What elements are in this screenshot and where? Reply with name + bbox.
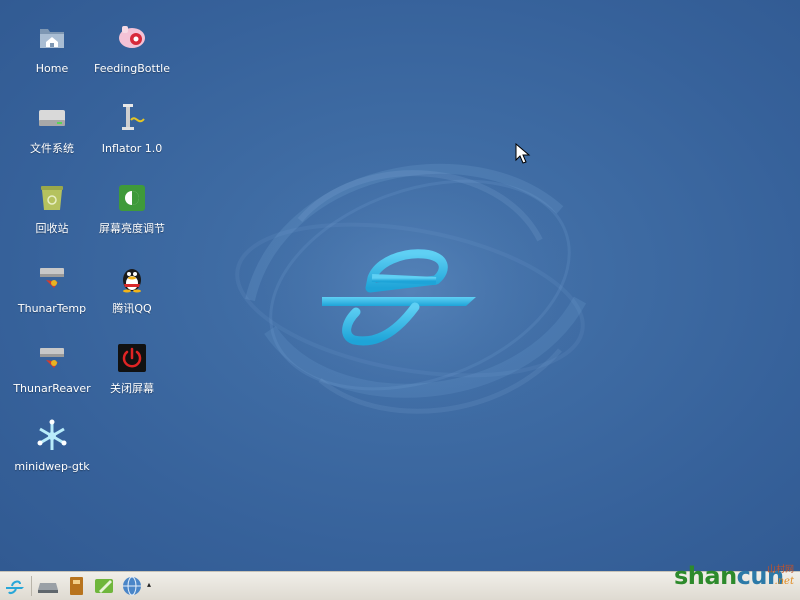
book-icon[interactable] xyxy=(65,575,87,597)
icon-label: 腾讯QQ xyxy=(112,302,152,315)
icon-label: Home xyxy=(35,62,69,75)
desktop[interactable]: Home FeedingBottle 文件系统 Inflator 1.0 回收站… xyxy=(0,0,800,571)
icon-label: 文件系统 xyxy=(30,142,74,155)
icon-label: ThunarReaver xyxy=(13,382,91,395)
desktop-icon-thunarreaver[interactable]: ThunarReaver xyxy=(6,340,98,414)
brightness-icon xyxy=(119,185,145,211)
filesystem-drive-icon xyxy=(39,110,65,126)
desktop-icon-qq[interactable]: 腾讯QQ xyxy=(86,260,178,334)
desktop-icon-filesystem[interactable]: 文件系统 xyxy=(6,100,98,174)
thunar-temp-icon xyxy=(40,268,64,288)
desktop-icon-trash[interactable]: 回收站 xyxy=(6,180,98,254)
menu-logo-icon[interactable] xyxy=(4,575,26,597)
icon-label: ThunarTemp xyxy=(17,302,87,315)
desktop-icon-home[interactable]: Home xyxy=(6,20,98,94)
feeding-bottle-icon xyxy=(119,26,145,48)
desktop-icon-minidwep[interactable]: minidwep-gtk xyxy=(6,418,98,492)
desktop-icon-thunartemp[interactable]: ThunarTemp xyxy=(6,260,98,334)
qq-penguin-icon xyxy=(123,269,141,293)
taskbar-separator xyxy=(31,576,32,596)
pen-editor-icon[interactable] xyxy=(93,575,115,597)
desktop-icon-screen-off[interactable]: 关闭屏幕 xyxy=(86,340,178,414)
minidwep-icon xyxy=(37,419,67,450)
trash-icon xyxy=(41,186,63,210)
watermark-brand-a: shan xyxy=(674,562,737,590)
icon-label: minidwep-gtk xyxy=(14,460,90,473)
watermark-logo: shancun 山村网 .net xyxy=(670,558,798,598)
desktop-icon-brightness[interactable]: 屏幕亮度调节 xyxy=(86,180,178,254)
mouse-cursor-icon xyxy=(515,143,531,164)
power-icon xyxy=(118,344,146,372)
icon-label: 屏幕亮度调节 xyxy=(99,222,165,235)
icon-label: FeedingBottle xyxy=(94,62,170,75)
globe-browser-icon[interactable] xyxy=(121,575,143,597)
icon-label: 回收站 xyxy=(35,222,69,235)
inflator-pump-icon xyxy=(122,104,145,130)
icon-label: Inflator 1.0 xyxy=(101,142,163,155)
desktop-icon-inflator[interactable]: Inflator 1.0 xyxy=(86,100,178,174)
taskbar-expand-arrow[interactable]: ▴ xyxy=(147,580,151,589)
icon-label: 关闭屏幕 xyxy=(110,382,154,395)
thunar-reaver-icon xyxy=(40,348,64,368)
home-folder-icon xyxy=(40,29,64,48)
drive-icon[interactable] xyxy=(37,575,59,597)
desktop-icon-feedingbottle[interactable]: FeedingBottle xyxy=(86,20,178,94)
watermark-sub: 山村网 xyxy=(766,565,794,575)
watermark-net: .net xyxy=(774,576,794,587)
